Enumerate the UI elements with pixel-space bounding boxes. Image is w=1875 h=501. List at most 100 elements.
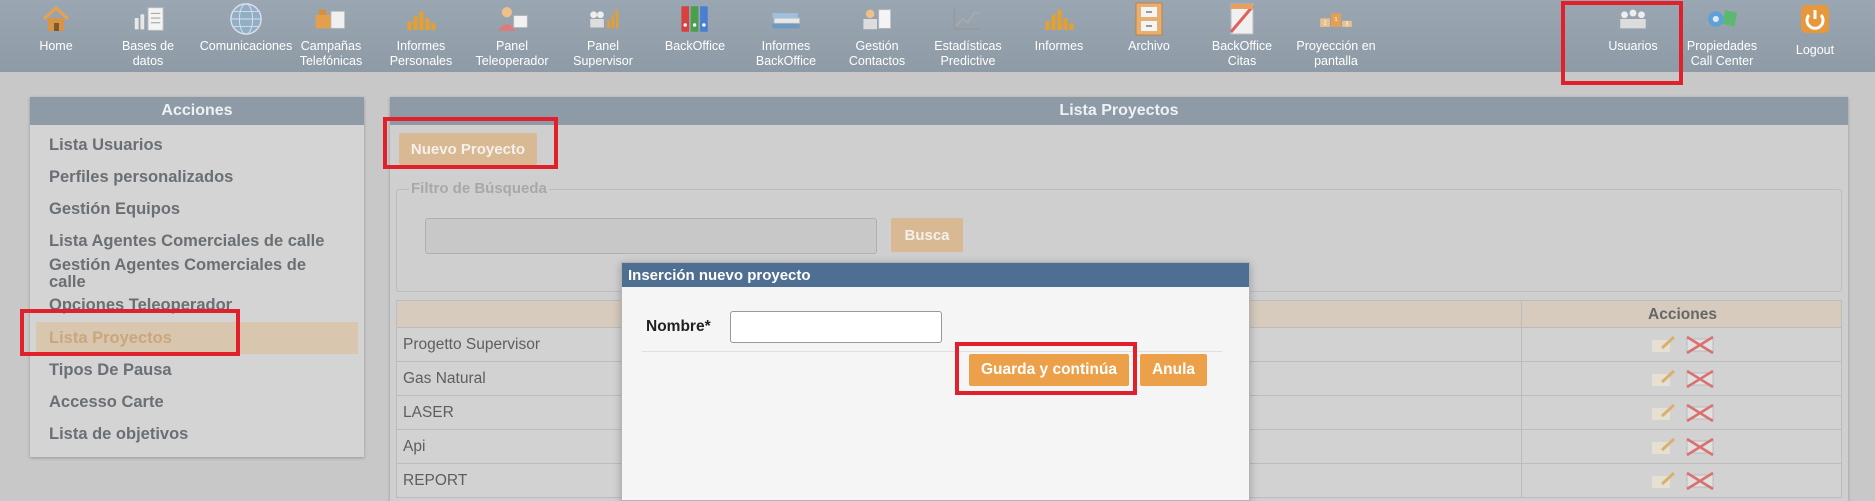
nav-informes-personales[interactable]: Informes Personales <box>386 0 456 72</box>
nav-home[interactable]: Home <box>26 0 86 72</box>
nav-label: Usuarios <box>1608 39 1658 53</box>
top-navigation-bar: Home Bases de datos Comunicaciones Campa… <box>0 0 1875 72</box>
search-input[interactable] <box>425 218 877 254</box>
page-title: Lista Proyectos <box>390 97 1848 125</box>
project-name: REPORT <box>403 472 468 489</box>
delete-icon[interactable] <box>1684 402 1716 424</box>
search-button[interactable]: Busca <box>891 218 963 252</box>
nav-label: Gestión Contactos <box>848 39 906 68</box>
nav-bases-de-datos[interactable]: Bases de datos <box>112 0 184 72</box>
project-name: Progetto Supervisor <box>403 336 540 353</box>
sidebar-actions: Acciones Lista Usuarios Perfiles persona… <box>30 97 364 457</box>
sidebar-item-lista-proyectos[interactable]: Lista Proyectos <box>49 330 172 347</box>
edit-icon[interactable] <box>1650 436 1678 458</box>
nav-estadisticas-predictive[interactable]: Estadísticas Predictive <box>928 0 1008 72</box>
nav-logout[interactable]: Logout <box>1778 0 1852 72</box>
gears-icon <box>1705 2 1739 36</box>
books-icon <box>769 2 803 36</box>
nav-label: Propiedades Call Center <box>1686 39 1758 68</box>
bar-chart-icon <box>404 2 438 36</box>
nav-label: Informes <box>1034 39 1084 53</box>
row-actions <box>1521 396 1843 429</box>
name-input[interactable] <box>730 311 942 343</box>
new-project-button[interactable]: Nuevo Proyecto <box>399 133 537 165</box>
binders-icon <box>678 2 712 36</box>
contacts-icon <box>860 2 894 36</box>
dialog-divider <box>642 351 1222 352</box>
edit-icon[interactable] <box>1650 470 1678 492</box>
nav-proyeccion-en-pantalla[interactable]: 2 1 3 Proyección en pantalla <box>1290 0 1382 72</box>
nav-label: Bases de datos <box>121 39 175 68</box>
delete-icon[interactable] <box>1684 334 1716 356</box>
sidebar-item-accesso-carte[interactable]: Accesso Carte <box>49 394 164 411</box>
users-icon <box>1616 2 1650 36</box>
row-actions <box>1521 328 1843 361</box>
nav-archivo[interactable]: Archivo <box>1116 0 1182 72</box>
nav-comunicaciones[interactable]: Comunicaciones <box>196 0 296 72</box>
sidebar-item-opciones-teleoperador[interactable]: Opciones Teleoperador <box>49 297 232 314</box>
sidebar-item-perfiles-personalizados[interactable]: Perfiles personalizados <box>49 169 233 186</box>
nav-informes-backoffice[interactable]: Informes BackOffice <box>744 0 828 72</box>
sidebar-item-lista-de-objetivos[interactable]: Lista de objetivos <box>49 426 188 443</box>
operator-icon <box>495 2 529 36</box>
row-actions <box>1521 362 1843 395</box>
podium-icon: 2 1 3 <box>1319 2 1353 36</box>
globe-icon <box>229 2 263 36</box>
project-name: Gas Natural <box>403 370 486 387</box>
supervisor-icon <box>586 2 620 36</box>
databases-icon <box>131 2 165 36</box>
nav-label: Proyección en pantalla <box>1296 39 1376 68</box>
nav-label: BackOffice Citas <box>1211 39 1273 68</box>
campaigns-icon <box>314 2 348 36</box>
sidebar-title: Acciones <box>30 97 364 125</box>
sidebar-item-gestion-equipos[interactable]: Gestión Equipos <box>49 201 180 218</box>
delete-icon[interactable] <box>1684 368 1716 390</box>
nav-panel-supervisor[interactable]: Panel Supervisor <box>568 0 638 72</box>
nav-label: Logout <box>1795 43 1835 57</box>
row-actions <box>1521 464 1843 497</box>
sidebar-item-gestion-agentes-comerciales[interactable]: Gestión Agentes Comerciales de calle <box>49 257 319 291</box>
sidebar-item-tipos-de-pausa[interactable]: Tipos De Pausa <box>49 362 172 379</box>
delete-icon[interactable] <box>1684 470 1716 492</box>
sidebar-item-lista-usuarios[interactable]: Lista Usuarios <box>49 137 163 154</box>
nav-label: Estadísticas Predictive <box>934 39 1002 68</box>
edit-icon[interactable] <box>1650 334 1678 356</box>
edit-icon[interactable] <box>1650 368 1678 390</box>
dialog-title: Inserción nuevo proyecto <box>622 263 1249 287</box>
nav-backoffice-citas[interactable]: BackOffice Citas <box>1204 0 1280 72</box>
edit-icon[interactable] <box>1650 402 1678 424</box>
power-icon <box>1798 2 1832 36</box>
nav-label: Panel Supervisor <box>573 39 633 68</box>
new-project-dialog: Inserción nuevo proyecto Nombre* Guarda … <box>621 262 1250 501</box>
nav-propiedades-call-center[interactable]: Propiedades Call Center <box>1684 0 1760 72</box>
line-chart-icon <box>951 2 985 36</box>
actions-column-header: Acciones <box>1521 301 1843 329</box>
project-name: Api <box>403 438 426 455</box>
sidebar-item-lista-agentes-comerciales[interactable]: Lista Agentes Comerciales de calle <box>49 233 324 250</box>
filter-legend: Filtro de Búsqueda <box>409 180 549 197</box>
nav-label: BackOffice <box>664 39 726 53</box>
nav-campanas-telefonicas[interactable]: Campañas Telefónicas <box>296 0 366 72</box>
nav-gestion-contactos[interactable]: Gestión Contactos <box>842 0 912 72</box>
nav-label: Home <box>39 39 73 53</box>
row-actions <box>1521 430 1843 463</box>
bar-chart-icon <box>1042 2 1076 36</box>
nav-backoffice[interactable]: BackOffice <box>658 0 732 72</box>
nav-panel-teleoperador[interactable]: Panel Teleoperador <box>470 0 554 72</box>
project-name: LASER <box>403 404 454 421</box>
cabinet-icon <box>1132 2 1166 36</box>
nav-label: Comunicaciones <box>199 39 293 53</box>
nav-usuarios[interactable]: Usuarios <box>1598 0 1668 72</box>
save-and-continue-button[interactable]: Guarda y continúa <box>969 354 1129 386</box>
home-icon <box>39 2 73 36</box>
nav-label: Archivo <box>1128 39 1170 53</box>
nav-label: Informes Personales <box>389 39 453 68</box>
nav-label: Panel Teleoperador <box>475 39 549 68</box>
svg-text:1: 1 <box>1334 17 1337 23</box>
cancel-button[interactable]: Anula <box>1140 354 1207 386</box>
nav-label: Informes BackOffice <box>755 39 817 68</box>
name-label: Nombre* <box>646 318 711 335</box>
delete-icon[interactable] <box>1684 436 1716 458</box>
svg-text:2: 2 <box>1323 20 1326 26</box>
nav-informes[interactable]: Informes <box>1026 0 1092 72</box>
